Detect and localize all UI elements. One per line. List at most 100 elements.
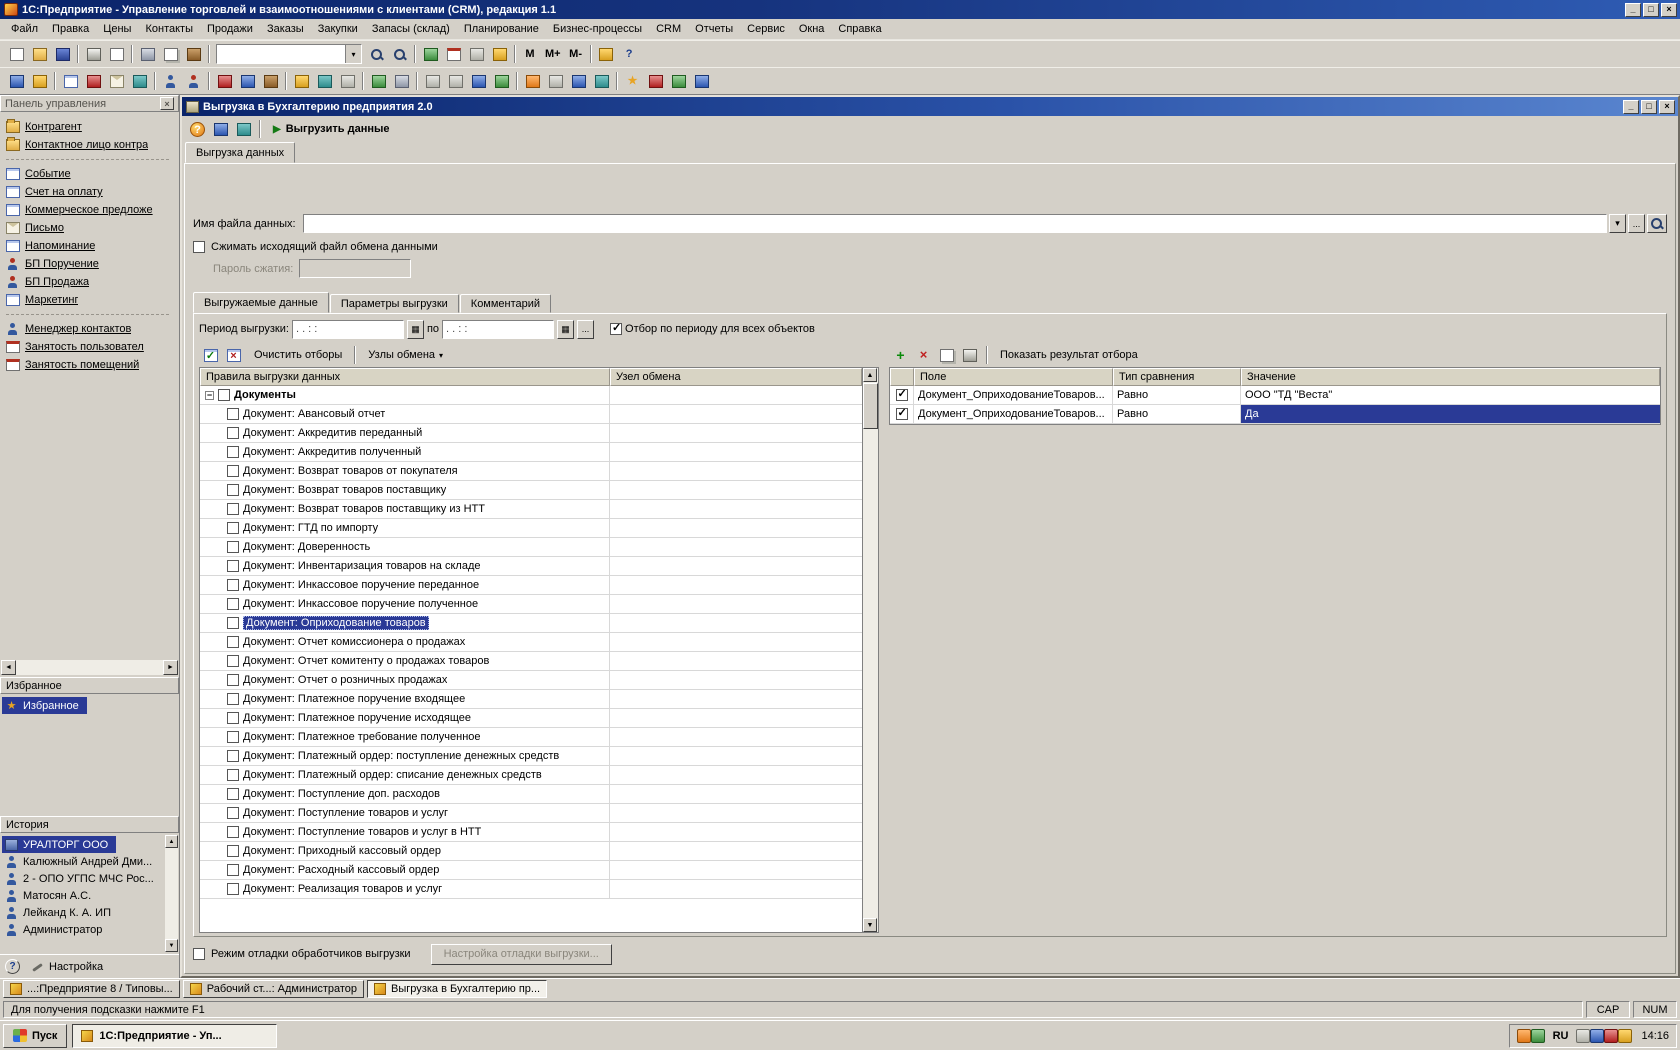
control-panel-header[interactable]: Панель управления ×	[0, 95, 179, 112]
close-icon[interactable]: ×	[1659, 100, 1675, 114]
rule-row[interactable]: Документ: Платежный ордер: поступление д…	[200, 747, 862, 766]
memory-button[interactable]: М+	[541, 44, 565, 64]
open-icon[interactable]	[28, 43, 51, 65]
rule-row[interactable]: Документ: Платежное поручение входящее	[200, 690, 862, 709]
favorites-star-icon[interactable]: ★	[621, 70, 644, 92]
rule-row[interactable]: Документ: Отчет комиссионера о продажах	[200, 633, 862, 652]
rule-checkbox[interactable]	[227, 712, 239, 724]
paste-icon[interactable]	[182, 43, 205, 65]
file-name-input[interactable]	[303, 214, 1607, 233]
counterparty-icon[interactable]	[5, 70, 28, 92]
menu-item[interactable]: Заказы	[260, 21, 311, 37]
exchange-node-cell[interactable]	[610, 880, 862, 898]
rule-row[interactable]: Документ: Возврат товаров поставщику	[200, 481, 862, 500]
menu-item[interactable]: Файл	[4, 21, 45, 37]
rule-row[interactable]: Документ: ГТД по импорту	[200, 519, 862, 538]
exchange-nodes-button[interactable]: Узлы обмена ▾	[361, 345, 450, 365]
save-settings-icon[interactable]	[232, 118, 255, 140]
nav-link[interactable]: Занятость пользовател	[2, 338, 177, 356]
rules-scrollbar[interactable]: ▲ ▼	[863, 367, 879, 933]
nav-link[interactable]: Менеджер контактов	[2, 320, 177, 338]
restore-icon[interactable]: □	[1641, 100, 1657, 114]
exchange-receive-icon[interactable]	[236, 70, 259, 92]
help-icon[interactable]: ?	[618, 43, 641, 65]
letter-icon[interactable]	[105, 70, 128, 92]
exchange-node-cell[interactable]	[610, 823, 862, 841]
service-icon[interactable]	[667, 70, 690, 92]
column-header[interactable]: Правила выгрузки данных	[200, 368, 610, 386]
menu-item[interactable]: Цены	[96, 21, 138, 37]
rule-row[interactable]: Документ: Аккредитив переданный	[200, 424, 862, 443]
exchange-node-cell[interactable]	[610, 500, 862, 518]
rule-checkbox[interactable]	[227, 731, 239, 743]
table-settings-icon[interactable]	[367, 70, 390, 92]
rule-row[interactable]: Документ: Поступление доп. расходов	[200, 785, 862, 804]
nav-link[interactable]: Маркетинг	[2, 291, 177, 309]
rule-checkbox[interactable]	[227, 788, 239, 800]
print-filter-icon[interactable]	[958, 344, 981, 366]
rule-checkbox[interactable]	[227, 674, 239, 686]
close-icon[interactable]: ×	[160, 97, 174, 110]
rule-row[interactable]: Документ: Платежный ордер: списание дене…	[200, 766, 862, 785]
exchange-node-cell[interactable]	[610, 747, 862, 765]
export-help-icon[interactable]: ?	[186, 118, 209, 140]
exchange-node-cell[interactable]	[610, 766, 862, 784]
rule-row[interactable]: Документ: Поступление товаров и услуг	[200, 804, 862, 823]
favorites-header[interactable]: Избранное	[0, 677, 179, 694]
rule-row[interactable]: Документ: Приходный кассовый ордер	[200, 842, 862, 861]
rule-checkbox[interactable]	[227, 484, 239, 496]
exchange-node-cell[interactable]	[610, 462, 862, 480]
bp-task-icon[interactable]	[159, 70, 182, 92]
unmark-all-icon[interactable]: ×	[222, 344, 245, 366]
menu-item[interactable]: Продажи	[200, 21, 260, 37]
window-tab[interactable]: ...:Предприятие 8 / Типовы...	[3, 980, 180, 998]
exchange-node-cell[interactable]	[610, 690, 862, 708]
filter-checkbox[interactable]	[896, 389, 908, 401]
bp-sale-icon[interactable]	[182, 70, 205, 92]
rule-checkbox[interactable]	[227, 522, 239, 534]
rule-row[interactable]: Документ: Расходный кассовый ордер	[200, 861, 862, 880]
start-button[interactable]: Пуск	[3, 1024, 67, 1048]
scroll-down-icon[interactable]: ▼	[165, 939, 178, 952]
file-dropdown-icon[interactable]: ▾	[1609, 214, 1626, 233]
maximize-icon[interactable]: □	[1643, 3, 1659, 17]
panel-help-button[interactable]: ?	[5, 959, 20, 974]
history-item[interactable]: Матосян А.С.	[2, 887, 164, 904]
rule-checkbox[interactable]	[227, 636, 239, 648]
menu-item[interactable]: Планирование	[457, 21, 546, 37]
tray-network-icon[interactable]	[1590, 1029, 1604, 1043]
tray-update-icon[interactable]	[1618, 1029, 1632, 1043]
nav-link[interactable]: Контрагент	[2, 118, 177, 136]
exchange-node-cell[interactable]	[610, 728, 862, 746]
menu-item[interactable]: Сервис	[740, 21, 792, 37]
exchange-node-cell[interactable]	[610, 538, 862, 556]
exchange-node-cell[interactable]	[610, 842, 862, 860]
dropdown-icon[interactable]: ▾	[345, 45, 361, 63]
nav-link[interactable]: Счет на оплату	[2, 183, 177, 201]
exchange-node-cell[interactable]	[610, 481, 862, 499]
help-book-icon[interactable]	[544, 70, 567, 92]
main-titlebar[interactable]: 1С:Предприятие - Управление торговлей и …	[0, 0, 1680, 19]
exchange-node-cell[interactable]	[610, 861, 862, 879]
exchange-node-cell[interactable]	[610, 405, 862, 423]
rule-checkbox[interactable]	[227, 826, 239, 838]
rule-row[interactable]: Документ: Возврат товаров от покупателя	[200, 462, 862, 481]
exchange-node-cell[interactable]	[610, 557, 862, 575]
tray-agent-icon[interactable]	[1531, 1029, 1545, 1043]
menu-item[interactable]: Запасы (склад)	[365, 21, 457, 37]
rule-checkbox[interactable]	[227, 579, 239, 591]
scroll-left-icon[interactable]: ◄	[1, 660, 16, 675]
copy-filter-icon[interactable]	[935, 344, 958, 366]
barcode-icon[interactable]	[521, 70, 544, 92]
filter-row[interactable]: Документ_ОприходованиеТоваров... Равно О…	[890, 386, 1660, 405]
history-item[interactable]: УРАЛТОРГ ООО	[2, 836, 116, 853]
calendar-icon[interactable]	[442, 43, 465, 65]
web-clock-icon[interactable]	[313, 70, 336, 92]
rule-checkbox[interactable]	[227, 465, 239, 477]
sync-icon[interactable]	[259, 70, 282, 92]
collapse-icon[interactable]: −	[205, 391, 214, 400]
exchange-node-cell[interactable]	[610, 576, 862, 594]
contact-person-icon[interactable]	[28, 70, 51, 92]
question-icon[interactable]	[336, 70, 359, 92]
menu-item[interactable]: Окна	[792, 21, 832, 37]
